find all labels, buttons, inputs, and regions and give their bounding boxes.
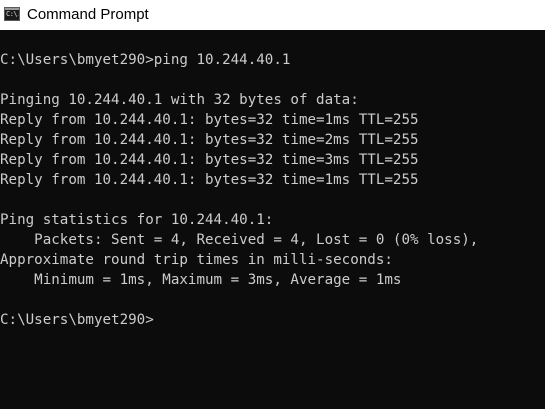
console-line-reply-1: Reply from 10.244.40.1: bytes=32 time=1m…: [0, 112, 419, 128]
console-output[interactable]: C:\Users\bmyet290>ping 10.244.40.1 Pingi…: [0, 50, 545, 409]
console-line-rtt-header: Approximate round trip times in milli-se…: [0, 252, 393, 268]
console-line-blank: [0, 70, 545, 90]
cmd-window-icon: C:\.: [4, 7, 20, 21]
console-line-blank: [0, 190, 545, 210]
console-line-packets: Packets: Sent = 4, Received = 4, Lost = …: [0, 232, 479, 248]
command-prompt-window: C:\. Command Prompt C:\Users\bmyet290>pi…: [0, 0, 545, 409]
console-line-reply-2: Reply from 10.244.40.1: bytes=32 time=2m…: [0, 132, 419, 148]
icon-text: C:\.: [6, 10, 20, 18]
console-line-rtt-values: Minimum = 1ms, Maximum = 3ms, Average = …: [0, 272, 402, 288]
console-line-reply-3: Reply from 10.244.40.1: bytes=32 time=3m…: [0, 152, 419, 168]
console-line-reply-4: Reply from 10.244.40.1: bytes=32 time=1m…: [0, 172, 419, 188]
window-title: Command Prompt: [27, 6, 149, 23]
console-line-pinging: Pinging 10.244.40.1 with 32 bytes of dat…: [0, 92, 359, 108]
console-line-prompt[interactable]: C:\Users\bmyet290>: [0, 310, 545, 330]
console-line-stats-header: Ping statistics for 10.244.40.1:: [0, 212, 274, 228]
console-line-blank: [0, 290, 545, 310]
console-line-command: C:\Users\bmyet290>ping 10.244.40.1: [0, 52, 291, 68]
title-bar[interactable]: C:\. Command Prompt: [0, 0, 545, 30]
